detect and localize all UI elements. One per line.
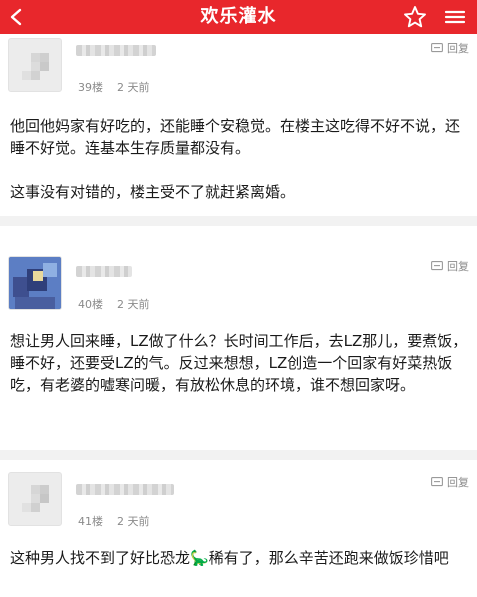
avatar[interactable] <box>8 472 62 526</box>
post-39: 39楼 2 天前 回复 他回他妈家有好吃的，还能睡个安稳觉。在楼主这吃得不好不说，… <box>0 34 477 216</box>
username[interactable] <box>76 45 156 56</box>
post-40: 40楼 2 天前 回复 想让男人回来睡，LZ做了什么？长时间工作后，去LZ那儿，要… <box>0 226 477 450</box>
star-outline-icon <box>404 6 426 28</box>
more-menu-icon <box>444 10 466 24</box>
post-content: 想让男人回来睡，LZ做了什么？长时间工作后，去LZ那儿，要煮饭，睡不好，还要受L… <box>10 332 468 394</box>
reply-label: 回复 <box>447 476 469 489</box>
avatar[interactable] <box>8 38 62 92</box>
reply-label: 回复 <box>447 42 469 55</box>
floor-number: 41楼 <box>78 515 103 528</box>
post-meta: 41楼 2 天前 <box>78 513 164 529</box>
floor-number: 40楼 <box>78 298 103 311</box>
post-text-part: 稀有了，那么辛苦还跑来做饭珍惜吧 <box>208 549 449 567</box>
post-meta: 40楼 2 天前 <box>78 296 164 312</box>
username[interactable] <box>76 484 174 495</box>
post-time: 2 天前 <box>117 515 150 528</box>
more-button[interactable] <box>440 4 470 30</box>
reply-icon <box>431 260 443 270</box>
post-time: 2 天前 <box>117 81 150 94</box>
thread-page: 欢乐灌水 39楼 2 天前 回复 他回他妈家有好吃的，还能睡个安稳觉。在楼主这吃… <box>0 0 477 597</box>
post-divider <box>0 450 477 460</box>
reply-label: 回复 <box>447 260 469 273</box>
floor-number: 39楼 <box>78 81 103 94</box>
username[interactable] <box>76 266 132 277</box>
avatar[interactable] <box>8 256 62 310</box>
reply-icon <box>431 476 443 486</box>
reply-button[interactable]: 回复 <box>431 258 469 274</box>
dinosaur-emoji-icon: 🦕 <box>190 549 209 567</box>
post-41: 41楼 2 天前 回复 这种男人找不到了好比恐龙🦕稀有了，那么辛苦还跑来做饭珍惜吧 <box>0 460 477 597</box>
post-meta: 39楼 2 天前 <box>78 79 164 95</box>
post-content: 他回他妈家有好吃的，还能睡个安稳觉。在楼主这吃得不好不说，还睡不好觉。连基本生存… <box>10 117 461 201</box>
reply-button[interactable]: 回复 <box>431 474 469 490</box>
post-text-part: 这种男人找不到了好比恐龙 <box>10 549 191 567</box>
reply-icon <box>431 42 443 52</box>
post-time: 2 天前 <box>117 298 150 311</box>
top-bar: 欢乐灌水 <box>0 0 477 34</box>
favorite-button[interactable] <box>402 4 428 30</box>
post-content: 这种男人找不到了好比恐龙🦕稀有了，那么辛苦还跑来做饭珍惜吧 <box>10 547 470 569</box>
post-divider <box>0 216 477 226</box>
reply-button[interactable]: 回复 <box>431 40 469 56</box>
